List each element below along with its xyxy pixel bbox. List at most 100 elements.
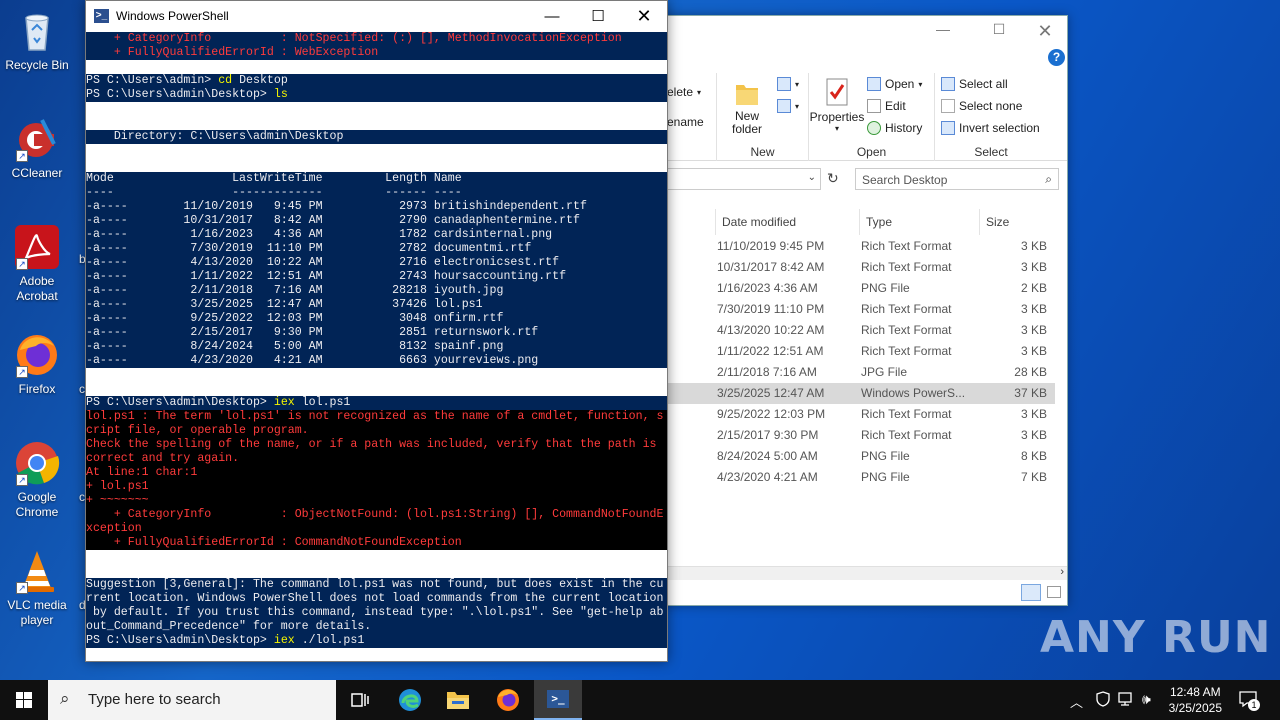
console-line — [86, 368, 667, 382]
console-line: xception — [86, 522, 667, 536]
clock-time: 12:48 AM — [1169, 685, 1221, 699]
desktop-icon-ccleaner[interactable]: ↗ CCleaner — [4, 116, 70, 181]
close-button[interactable]: ✕ — [1027, 21, 1063, 41]
history-button[interactable]: History — [867, 121, 922, 135]
file-date: 1/11/2022 12:51 AM — [717, 344, 824, 358]
chevron-down-icon[interactable]: ⌄ — [808, 172, 816, 183]
easy-access-icon — [777, 99, 791, 113]
console-line: -a---- 2/11/2018 7:16 AM 28218 iyouth.jp… — [86, 284, 667, 298]
select-none-button[interactable]: Select none — [941, 99, 1022, 113]
desktop-icon-google-chrome[interactable]: ↗ Google Chrome — [4, 440, 70, 520]
new-folder-button[interactable]: New folder — [719, 79, 775, 136]
search-input[interactable]: Search Desktop ⌕ — [855, 168, 1059, 190]
address-row: ⌄ ↻ Search Desktop ⌕ — [667, 168, 1067, 192]
open-button[interactable]: Open ▾ — [867, 77, 922, 91]
column-header-date[interactable]: Date modified — [715, 209, 802, 235]
file-size: 8 KB — [1020, 449, 1047, 463]
select-all-icon — [941, 77, 955, 91]
close-button[interactable]: ✕ — [621, 1, 667, 32]
minimize-button[interactable]: — — [925, 21, 961, 41]
properties-button[interactable]: Properties ▾ — [809, 77, 865, 133]
taskbar-powershell-button[interactable]: >_ — [534, 680, 582, 720]
select-all-button[interactable]: Select all — [941, 77, 1008, 91]
console-line: + CategoryInfo : ObjectNotFound: (lol.ps… — [86, 508, 667, 522]
file-row[interactable]: 4/13/2020 10:22 AM Rich Text Format 3 KB — [667, 320, 1055, 341]
file-row[interactable]: 9/25/2022 12:03 PM Rich Text Format 3 KB — [667, 404, 1055, 425]
file-row[interactable]: 8/24/2024 5:00 AM PNG File 8 KB — [667, 446, 1055, 467]
file-row[interactable]: 4/23/2020 4:21 AM PNG File 7 KB — [667, 467, 1055, 488]
file-type: Rich Text Format — [861, 239, 952, 253]
file-date: 7/30/2019 11:10 PM — [717, 302, 825, 316]
taskbar-file-explorer-button[interactable] — [434, 680, 482, 720]
file-row[interactable]: 7/30/2019 11:10 PM Rich Text Format 3 KB — [667, 299, 1055, 320]
new-item-button[interactable]: ▾ — [777, 77, 799, 91]
column-header-type[interactable]: Type — [859, 209, 898, 235]
console-line: PS C:\Users\admin\Desktop> iex ./lol.ps1 — [86, 634, 667, 648]
file-row[interactable]: 2/15/2017 9:30 PM Rich Text Format 3 KB — [667, 425, 1055, 446]
new-item-icon — [777, 77, 791, 91]
desktop-icon-firefox[interactable]: ↗ Firefox — [4, 332, 70, 397]
column-header-size[interactable]: Size — [979, 209, 1059, 235]
large-icons-view-icon[interactable] — [1047, 586, 1061, 598]
file-row[interactable]: 1/11/2022 12:51 AM Rich Text Format 3 KB — [667, 341, 1055, 362]
taskbar-clock[interactable]: 12:48 AM 3/25/2025 — [1169, 684, 1222, 716]
invert-selection-button[interactable]: Invert selection — [941, 121, 1040, 135]
chevron-down-icon: ▾ — [918, 79, 923, 89]
edit-button[interactable]: Edit — [867, 99, 906, 113]
powershell-titlebar[interactable]: >_ Windows PowerShell — ☐ ✕ — [86, 1, 667, 32]
horizontal-scrollbar[interactable]: › — [667, 566, 1067, 580]
console-line: correct and try again. — [86, 452, 667, 466]
task-view-button[interactable] — [336, 680, 384, 720]
scroll-right-icon[interactable]: › — [1060, 566, 1064, 578]
chevron-down-icon: ▾ — [795, 101, 800, 111]
refresh-icon[interactable]: ↻ — [827, 170, 839, 187]
console-line: by default. If you trust this command, i… — [86, 606, 667, 620]
shortcut-arrow-icon: ↗ — [16, 474, 28, 486]
network-icon[interactable] — [1118, 692, 1136, 720]
file-size: 3 KB — [1020, 260, 1047, 274]
desktop-icon-label: Recycle Bin — [5, 58, 69, 72]
console-line: + ~~~~~~~ — [86, 494, 667, 508]
firefox-icon — [497, 689, 519, 711]
file-size: 3 KB — [1020, 239, 1047, 253]
volume-icon[interactable]: 🕪 — [1142, 691, 1151, 720]
file-row[interactable]: 3/25/2025 12:47 AM Windows PowerS... 37 KB — [667, 383, 1055, 404]
desktop-icon-adobe-acrobat[interactable]: ↗ Adobe Acrobat — [4, 224, 70, 304]
console-line: + FullyQualifiedErrorId : WebException — [86, 46, 667, 60]
console-line — [86, 144, 667, 158]
delete-button[interactable]: elete ▾ — [667, 85, 701, 99]
help-icon[interactable]: ? — [1048, 49, 1065, 66]
minimize-button[interactable]: — — [529, 1, 575, 32]
console-output[interactable]: + CategoryInfo : NotSpecified: (:) [], M… — [86, 32, 667, 661]
explorer-statusbar — [667, 580, 1067, 605]
security-shield-icon[interactable] — [1096, 691, 1110, 720]
start-button[interactable] — [0, 680, 48, 720]
file-type: Rich Text Format — [861, 302, 952, 316]
taskbar-firefox-button[interactable] — [484, 680, 532, 720]
desktop-icon-recycle-bin[interactable]: Recycle Bin — [4, 8, 70, 73]
easy-access-button[interactable]: ▾ — [777, 99, 799, 113]
rename-button[interactable]: ename — [667, 115, 704, 129]
details-view-icon[interactable] — [1021, 584, 1041, 601]
taskbar-search-input[interactable]: ⌕ Type here to search — [48, 680, 336, 720]
file-type: Rich Text Format — [861, 260, 952, 274]
taskbar-edge-button[interactable] — [386, 680, 434, 720]
desktop-icon-label: CCleaner — [11, 166, 63, 180]
ribbon-group-organize: elete ▾ ename — [667, 73, 717, 161]
file-row[interactable]: 2/11/2018 7:16 AM JPG File 28 KB — [667, 362, 1055, 383]
chevron-down-icon: ▾ — [795, 79, 800, 89]
maximize-button[interactable]: ☐ — [981, 21, 1017, 41]
powershell-window[interactable]: >_ Windows PowerShell — ☐ ✕ + CategoryIn… — [85, 0, 668, 662]
file-size: 3 KB — [1020, 407, 1047, 421]
address-bar[interactable]: ⌄ — [667, 168, 821, 190]
desktop-icon-vlc[interactable]: ↗ VLC media player — [4, 548, 70, 628]
file-row[interactable]: 1/16/2023 4:36 AM PNG File 2 KB — [667, 278, 1055, 299]
invert-selection-icon — [941, 121, 955, 135]
show-hidden-icons-chevron-icon[interactable]: ︿ — [1070, 692, 1083, 720]
notification-center-icon[interactable]: 1 — [1238, 689, 1260, 720]
notification-count-badge: 1 — [1248, 699, 1260, 711]
maximize-button[interactable]: ☐ — [575, 1, 621, 32]
file-row[interactable]: 10/31/2017 8:42 AM Rich Text Format 3 KB — [667, 257, 1055, 278]
file-row[interactable]: 11/10/2019 9:45 PM Rich Text Format 3 KB — [667, 236, 1055, 257]
file-date: 4/13/2020 10:22 AM — [717, 323, 825, 337]
